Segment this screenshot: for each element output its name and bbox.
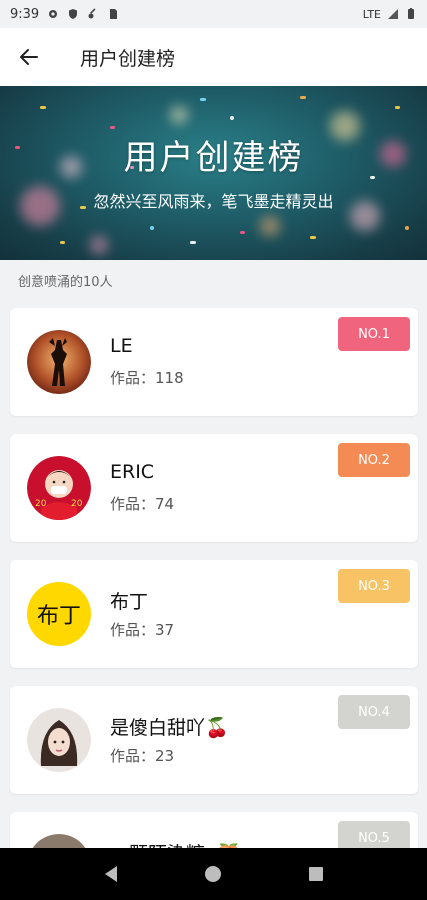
page-title: 用户创建榜 bbox=[80, 47, 176, 70]
system-nav-bar bbox=[0, 848, 427, 900]
sim-card-icon bbox=[110, 9, 118, 19]
settings-icon bbox=[49, 10, 58, 18]
user-name: 布丁 bbox=[110, 591, 149, 613]
network-type: LTE bbox=[362, 7, 381, 21]
battery-icon bbox=[408, 8, 414, 19]
triangle-back-icon bbox=[105, 866, 118, 882]
shield-icon bbox=[69, 9, 78, 19]
works-count: 作品：23 bbox=[110, 747, 175, 765]
works-count: 作品：118 bbox=[110, 369, 184, 387]
rank-badge: NO.4 bbox=[338, 695, 410, 729]
user-name: ERIC bbox=[110, 461, 155, 483]
avatar bbox=[27, 708, 91, 772]
section-label: 创意喷涌的10人 bbox=[18, 275, 113, 290]
avatar: 布丁 bbox=[27, 582, 91, 646]
status-time: 9:39 bbox=[10, 6, 40, 22]
banner-subtitle: 忽然兴至风雨来，笔飞墨走精灵出 bbox=[93, 192, 334, 211]
avatar: 20 20 bbox=[27, 456, 91, 520]
works-count: 作品：74 bbox=[110, 495, 175, 513]
list-item[interactable]: 是傻白甜吖🍒 作品：23 NO.4 bbox=[10, 686, 418, 794]
rank-badge: NO.2 bbox=[338, 443, 410, 477]
nav-back-button[interactable] bbox=[91, 854, 131, 894]
svg-text:20: 20 bbox=[35, 499, 47, 509]
status-bar: 9:39 LTE bbox=[0, 0, 427, 28]
app-bar: 用户创建榜 bbox=[0, 28, 427, 86]
key-icon bbox=[88, 8, 96, 19]
square-recents-icon bbox=[308, 867, 323, 881]
list-item[interactable]: 20 20 ERIC 作品：74 NO.2 bbox=[10, 434, 418, 542]
arrow-left-icon bbox=[20, 49, 38, 65]
banner-title: 用户创建榜 bbox=[123, 138, 304, 178]
works-count: 作品：37 bbox=[110, 621, 175, 639]
avatar bbox=[27, 330, 91, 394]
list-item[interactable]: 布丁 布丁 作品：37 NO.3 bbox=[10, 560, 418, 668]
circle-home-icon bbox=[205, 866, 222, 882]
rank-badge: NO.1 bbox=[338, 317, 410, 351]
rank-badge: NO.3 bbox=[338, 569, 410, 603]
svg-text:20: 20 bbox=[71, 499, 83, 509]
banner: 用户创建榜 忽然兴至风雨来，笔飞墨走精灵出 bbox=[0, 86, 427, 260]
signal-icon bbox=[388, 9, 398, 19]
user-name: LE bbox=[110, 335, 133, 357]
list-item[interactable]: LE 作品：118 NO.1 bbox=[10, 308, 418, 416]
back-button[interactable] bbox=[0, 28, 58, 86]
user-name: 是傻白甜吖🍒 bbox=[110, 717, 229, 739]
nav-recents-button[interactable] bbox=[296, 854, 336, 894]
nav-home-button[interactable] bbox=[193, 854, 233, 894]
